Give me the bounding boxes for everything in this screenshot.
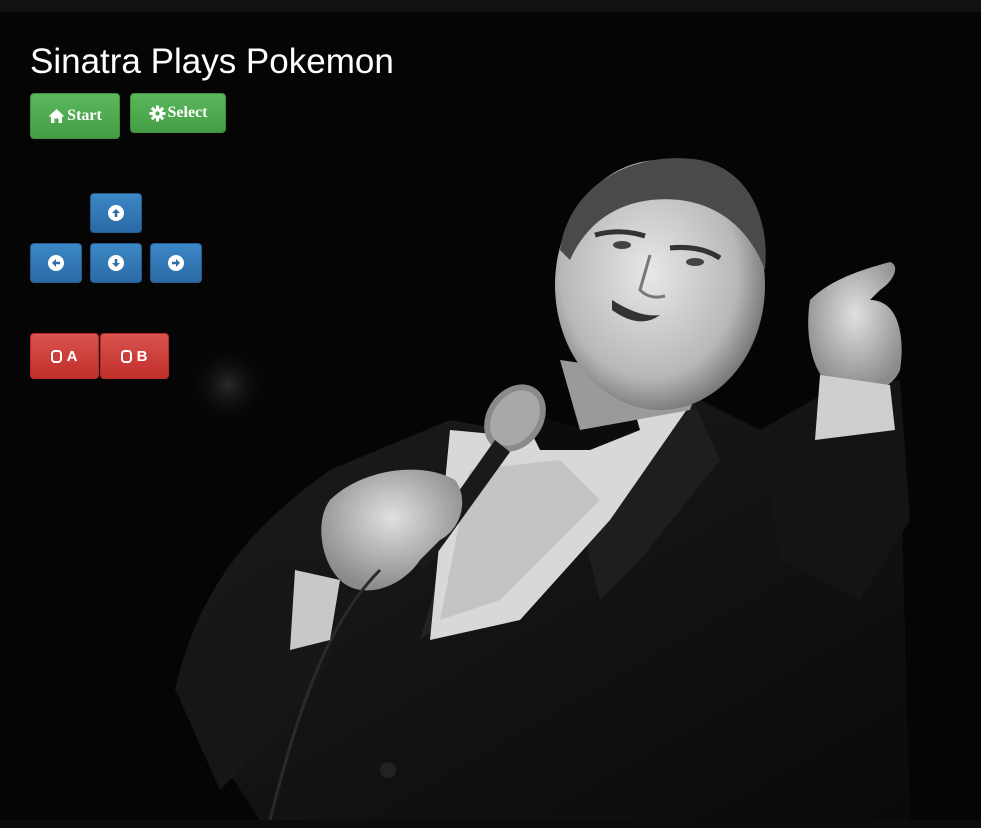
arrow-up-circle-icon [108,205,124,221]
select-button[interactable]: Select [130,93,226,133]
page-title: Sinatra Plays Pokemon [30,42,394,81]
a-button[interactable]: A [30,333,99,379]
unchecked-square-icon [120,349,132,363]
dpad-right-button[interactable] [150,243,202,283]
start-label: Start [67,107,102,124]
dpad-left-button[interactable] [30,243,82,283]
background-photo [0,12,981,820]
b-button[interactable]: B [100,333,169,379]
app-stage: Sinatra Plays Pokemon Start Select A B [0,0,981,828]
a-label: A [66,347,79,365]
arrow-left-circle-icon [48,255,64,271]
home-icon [48,109,65,123]
arrow-down-circle-icon [108,255,124,271]
arrow-right-circle-icon [168,255,184,271]
b-label: B [136,347,149,365]
dpad-down-button[interactable] [90,243,142,283]
unchecked-square-icon [50,349,62,363]
bottom-border [0,820,981,828]
start-button[interactable]: Start [30,93,120,139]
top-border [0,0,981,12]
select-label: Select [167,104,208,121]
dpad-up-button[interactable] [90,193,142,233]
gear-icon [149,105,165,121]
